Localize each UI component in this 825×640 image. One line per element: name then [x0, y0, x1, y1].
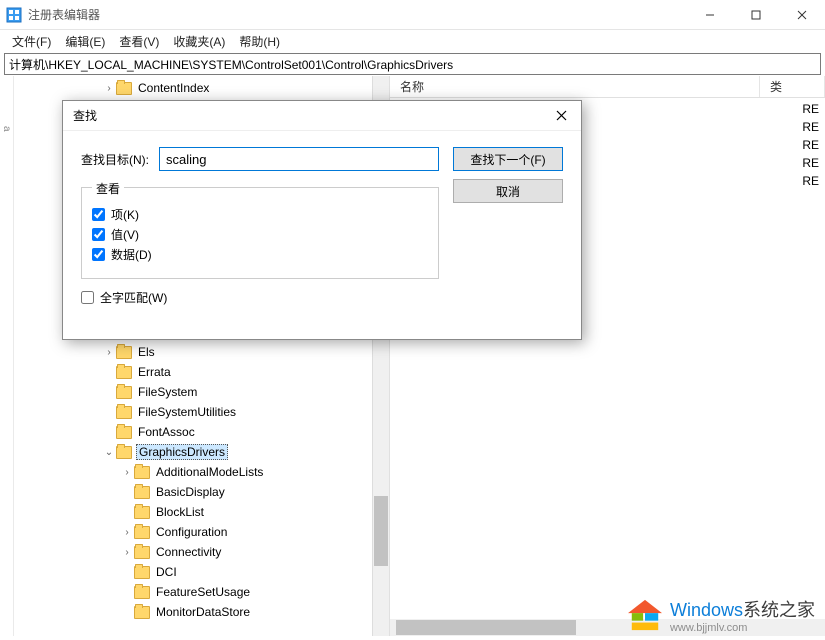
scrollbar-thumb[interactable]: [374, 496, 388, 566]
tree-item-dci[interactable]: DCI: [44, 562, 389, 582]
folder-icon: [116, 82, 132, 95]
opt-keys-checkbox[interactable]: [92, 208, 105, 221]
tree-item-connectivity[interactable]: › Connectivity: [44, 542, 389, 562]
watermark-brand2: 系统之家: [743, 600, 815, 620]
dialog-title: 查找: [73, 107, 541, 124]
tree-item-label: GraphicsDrivers: [136, 444, 228, 460]
chevron-right-icon[interactable]: ›: [120, 527, 134, 538]
col-type[interactable]: 类: [760, 76, 825, 97]
menu-edit[interactable]: 编辑(E): [59, 31, 111, 52]
list-h-thumb[interactable]: [396, 620, 576, 635]
tree-item-additionalmodelists[interactable]: › AdditionalModeLists: [44, 462, 389, 482]
menu-view[interactable]: 查看(V): [113, 31, 165, 52]
list-header: 名称 类: [390, 76, 825, 98]
tree-item-label: MonitorDataStore: [154, 605, 252, 619]
gutter-mark: a: [1, 126, 12, 132]
house-icon: [626, 598, 664, 632]
tree-item-filesystemutilities[interactable]: FileSystemUtilities: [44, 402, 389, 422]
tree-item-label: FeatureSetUsage: [154, 585, 252, 599]
tree-item-featuresetusage[interactable]: FeatureSetUsage: [44, 582, 389, 602]
folder-icon: [134, 586, 150, 599]
left-gutter: a: [0, 76, 14, 636]
menubar: 文件(F) 编辑(E) 查看(V) 收藏夹(A) 帮助(H): [0, 30, 825, 52]
tree-item-label: BasicDisplay: [154, 485, 227, 499]
find-target-input[interactable]: [159, 147, 439, 171]
folder-icon: [116, 426, 132, 439]
maximize-button[interactable]: [733, 0, 779, 30]
close-button[interactable]: [779, 0, 825, 30]
chevron-right-icon[interactable]: ›: [120, 467, 134, 478]
col-name[interactable]: 名称: [390, 76, 760, 97]
folder-icon: [134, 526, 150, 539]
menu-file[interactable]: 文件(F): [6, 31, 57, 52]
watermark: Windows系统之家 www.bjjmlv.com: [626, 596, 815, 634]
folder-icon: [116, 386, 132, 399]
tree-item-label: Els: [136, 345, 157, 359]
tree-item-label: DCI: [154, 565, 179, 579]
dialog-titlebar[interactable]: 查找: [63, 101, 581, 131]
folder-icon: [116, 406, 132, 419]
folder-icon: [116, 446, 132, 459]
folder-icon: [134, 606, 150, 619]
watermark-brand1: Windows: [670, 600, 743, 620]
dialog-close-button[interactable]: [541, 101, 581, 131]
window-title: 注册表编辑器: [28, 6, 687, 23]
folder-icon: [134, 546, 150, 559]
tree-item-els[interactable]: › Els: [44, 342, 389, 362]
tree-item-label: FontAssoc: [136, 425, 197, 439]
chevron-down-icon[interactable]: ⌄: [102, 447, 116, 458]
tree-item-label: AdditionalModeLists: [154, 465, 265, 479]
tree-item-label: Errata: [136, 365, 173, 379]
address-path: 计算机\HKEY_LOCAL_MACHINE\SYSTEM\ControlSet…: [9, 56, 453, 73]
window-titlebar: 注册表编辑器: [0, 0, 825, 30]
address-bar[interactable]: 计算机\HKEY_LOCAL_MACHINE\SYSTEM\ControlSet…: [4, 53, 821, 75]
chevron-right-icon[interactable]: ›: [102, 347, 116, 358]
find-next-button[interactable]: 查找下一个(F): [453, 147, 563, 171]
tree-item-basicdisplay[interactable]: BasicDisplay: [44, 482, 389, 502]
tree-item-label: BlockList: [154, 505, 206, 519]
minimize-button[interactable]: [687, 0, 733, 30]
folder-icon: [134, 566, 150, 579]
opt-values-checkbox[interactable]: [92, 228, 105, 241]
folder-icon: [116, 366, 132, 379]
folder-icon: [134, 466, 150, 479]
folder-icon: [134, 486, 150, 499]
menu-favorites[interactable]: 收藏夹(A): [167, 31, 231, 52]
app-icon: [6, 7, 22, 23]
tree-item-blocklist[interactable]: BlockList: [44, 502, 389, 522]
folder-icon: [134, 506, 150, 519]
cancel-button[interactable]: 取消: [453, 179, 563, 203]
opt-values[interactable]: 值(V): [92, 226, 428, 243]
opt-data-checkbox[interactable]: [92, 248, 105, 261]
tree-item-label: Configuration: [154, 525, 229, 539]
opt-keys[interactable]: 项(K): [92, 206, 428, 223]
tree-item-graphicsdrivers[interactable]: ⌄ GraphicsDrivers: [44, 442, 389, 462]
look-at-legend: 查看: [92, 180, 124, 197]
tree-item-contentindex[interactable]: › ContentIndex: [44, 78, 389, 98]
tree-item-configuration[interactable]: › Configuration: [44, 522, 389, 542]
tree-item-errata[interactable]: Errata: [44, 362, 389, 382]
tree-item-fontassoc[interactable]: FontAssoc: [44, 422, 389, 442]
tree-item-label: ContentIndex: [136, 81, 211, 95]
close-icon: [556, 110, 567, 121]
find-dialog: 查找 查找目标(N): 查看 项(K) 值(V) 数据(D) 全字匹配(W) 查…: [62, 100, 582, 340]
tree-item-monitordatastore[interactable]: MonitorDataStore: [44, 602, 389, 622]
chevron-right-icon[interactable]: ›: [120, 547, 134, 558]
opt-data[interactable]: 数据(D): [92, 246, 428, 263]
tree-item-label: Connectivity: [154, 545, 223, 559]
folder-icon: [116, 346, 132, 359]
tree-item-filesystem[interactable]: FileSystem: [44, 382, 389, 402]
opt-wholeword-checkbox[interactable]: [81, 291, 94, 304]
opt-wholeword[interactable]: 全字匹配(W): [81, 289, 439, 306]
find-target-label: 查找目标(N):: [81, 151, 149, 168]
chevron-right-icon[interactable]: ›: [102, 83, 116, 94]
tree-item-label: FileSystemUtilities: [136, 405, 238, 419]
menu-help[interactable]: 帮助(H): [233, 31, 286, 52]
watermark-url: www.bjjmlv.com: [670, 622, 815, 634]
tree-item-label: FileSystem: [136, 385, 199, 399]
look-at-group: 查看 项(K) 值(V) 数据(D): [81, 187, 439, 279]
